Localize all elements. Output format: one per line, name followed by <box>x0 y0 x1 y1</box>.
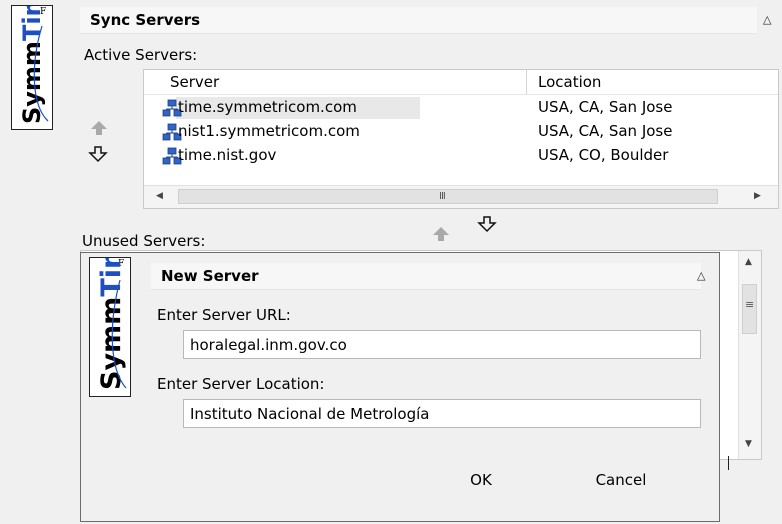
panel-titlebar: Sync Servers <box>80 7 757 34</box>
column-header-location[interactable]: Location <box>538 73 601 91</box>
symmtime-logo: F SymmTime <box>89 257 131 397</box>
logo-swoosh-icon <box>111 279 127 389</box>
text-cursor <box>728 456 729 470</box>
server-url-field[interactable] <box>183 330 701 359</box>
column-divider[interactable] <box>526 70 527 94</box>
move-up-icon[interactable] <box>89 120 109 136</box>
server-url-label: Enter Server URL: <box>157 306 291 324</box>
list-header: Server Location <box>144 70 778 95</box>
cancel-button[interactable]: Cancel <box>581 471 661 489</box>
table-row[interactable]: time.nist.gov USA, CO, Boulder <box>144 144 778 168</box>
active-servers-label: Active Servers: <box>84 46 198 64</box>
server-name: time.nist.gov <box>178 146 277 164</box>
move-down-icon[interactable] <box>88 145 108 163</box>
server-location: USA, CA, San Jose <box>538 98 673 116</box>
column-header-server[interactable]: Server <box>170 73 219 91</box>
scroll-up-icon[interactable]: ▲ <box>745 257 752 267</box>
server-name: time.symmetricom.com <box>178 98 357 116</box>
panel-title: Sync Servers <box>90 11 201 29</box>
scrollbar-thumb[interactable]: ≡ <box>742 284 757 334</box>
table-row[interactable]: time.symmetricom.com USA, CA, San Jose <box>144 96 778 120</box>
horizontal-scrollbar[interactable]: ◀ III ▶ <box>144 185 778 208</box>
scroll-right-icon[interactable]: ▶ <box>754 191 761 201</box>
symmtime-logo: F SymmTime <box>11 5 53 130</box>
logo-swoosh-icon <box>33 25 49 122</box>
server-location-label: Enter Server Location: <box>157 375 325 393</box>
vertical-scrollbar[interactable]: ▲ ≡ ▼ <box>738 251 761 459</box>
move-down-icon[interactable] <box>477 215 497 233</box>
table-row[interactable]: nist1.symmetricom.com USA, CA, San Jose <box>144 120 778 144</box>
scrollbar-grip: III <box>439 191 446 202</box>
unused-servers-label: Unused Servers: <box>82 232 206 250</box>
server-location-field[interactable] <box>183 399 701 428</box>
server-location: USA, CO, Boulder <box>538 146 669 164</box>
server-location: USA, CA, San Jose <box>538 122 673 140</box>
scrollbar-grip-icon: ≡ <box>745 298 755 311</box>
scrollbar-thumb[interactable]: III <box>178 189 718 204</box>
scroll-down-icon[interactable]: ▼ <box>745 439 752 449</box>
new-server-dialog: F SymmTime New Server △ Enter Server URL… <box>80 252 720 522</box>
move-up-icon[interactable] <box>431 226 451 242</box>
dialog-title: New Server <box>161 267 259 285</box>
dialog-titlebar: New Server <box>151 263 701 290</box>
active-servers-list[interactable]: Server Location time.symmetricom.com USA… <box>143 69 779 209</box>
dialog-collapse-button[interactable]: △ <box>697 270 705 281</box>
panel-collapse-button[interactable]: △ <box>763 14 771 25</box>
server-name: nist1.symmetricom.com <box>178 122 360 140</box>
ok-button[interactable]: OK <box>461 471 501 489</box>
scroll-left-icon[interactable]: ◀ <box>156 191 163 201</box>
